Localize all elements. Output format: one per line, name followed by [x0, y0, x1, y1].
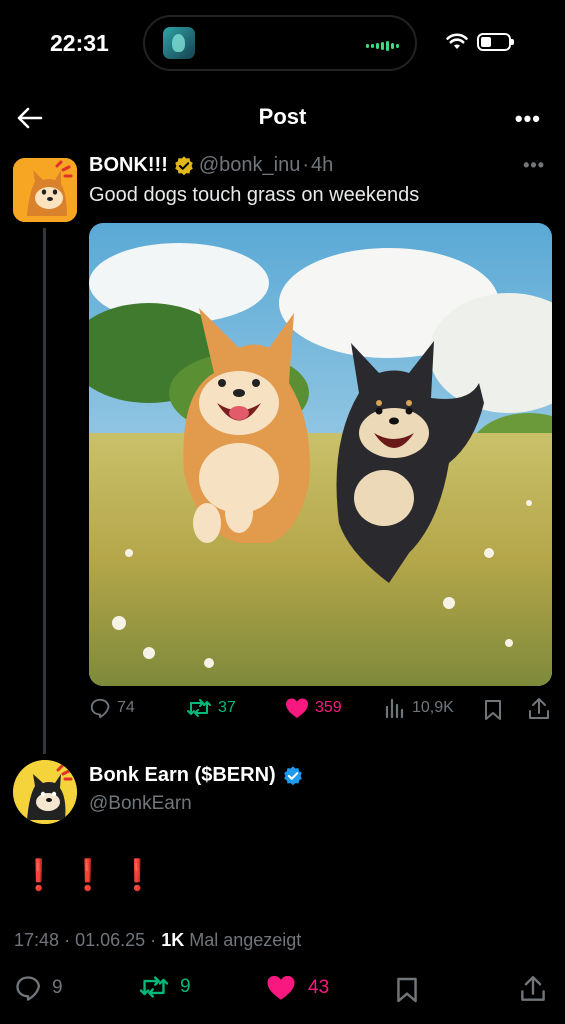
reply-author-handle[interactable]: @BonkEarn: [89, 793, 304, 815]
reply-like-button[interactable]: 43: [266, 974, 329, 1001]
repost-button[interactable]: 37: [186, 697, 236, 719]
status-time: 22:31: [50, 30, 109, 56]
audio-waveform-icon: [366, 41, 399, 51]
repost-count: 37: [218, 699, 236, 716]
wifi-icon: [446, 33, 468, 49]
reply-header: Bonk Earn ($BERN) @BonkEarn: [89, 764, 304, 815]
page-title: Post: [258, 104, 307, 129]
battery-icon: [477, 33, 514, 51]
views-button[interactable]: 10,9K: [384, 697, 454, 719]
bookmark-icon[interactable]: [484, 699, 502, 721]
separator-dot: ·: [64, 930, 71, 950]
reply-time[interactable]: 17:48: [14, 930, 59, 950]
reply-like-count: 43: [308, 976, 330, 998]
post-image[interactable]: [89, 223, 552, 686]
repost-icon: [139, 976, 169, 998]
reply-reply-button[interactable]: 9: [14, 974, 63, 1002]
share-icon[interactable]: [520, 974, 546, 1004]
reply-button[interactable]: 74: [89, 697, 135, 719]
bookmark-icon[interactable]: [396, 976, 418, 1004]
reply-views-label: Mal angezeigt: [189, 930, 302, 950]
dynamic-island[interactable]: [143, 15, 417, 71]
verified-blue-badge-icon[interactable]: [282, 765, 304, 787]
author-name[interactable]: BONK!!!: [89, 154, 168, 177]
verified-gold-badge-icon[interactable]: [173, 155, 195, 177]
top-nav: Post •••: [0, 90, 565, 145]
reply-icon: [16, 976, 40, 1001]
heart-filled-icon: [286, 698, 308, 718]
like-count: 359: [315, 699, 342, 716]
more-options-icon[interactable]: •••: [515, 106, 541, 132]
reply-views-count: 1K: [161, 930, 185, 950]
post-header: BONK!!! @bonk_inu · 4h: [89, 154, 333, 177]
repost-icon: [187, 699, 211, 717]
author-handle[interactable]: @bonk_inu: [199, 154, 300, 177]
views-chart-icon: [385, 698, 404, 719]
reply-reply-count: 9: [52, 977, 63, 998]
like-button[interactable]: 359: [285, 697, 342, 719]
reply-count: 74: [117, 699, 135, 716]
post-text: Good dogs touch grass on weekends: [89, 184, 420, 206]
reply-action-bar: 9 9 43: [0, 974, 565, 1010]
thread-connector-line: [43, 228, 46, 754]
reply-repost-button[interactable]: 9: [138, 974, 191, 1000]
author-avatar[interactable]: [13, 158, 77, 222]
reply-author-avatar[interactable]: [13, 760, 77, 824]
post-action-bar: 74 37 359 10,9K: [89, 697, 552, 727]
now-playing-app-icon[interactable]: [163, 27, 195, 59]
status-bar: 22:31: [0, 0, 565, 90]
reply-icon: [90, 698, 110, 719]
separator-dot: ·: [150, 930, 157, 950]
share-icon[interactable]: [528, 697, 550, 721]
reply-repost-count: 9: [180, 976, 191, 997]
heart-filled-icon: [267, 975, 295, 1000]
separator-dot: ·: [302, 154, 310, 176]
post-more-icon[interactable]: •••: [523, 155, 545, 176]
reply-meta: 17:48 · 01.06.25 · 1K Mal angezeigt: [14, 930, 301, 951]
reply-date[interactable]: 01.06.25: [75, 930, 145, 950]
views-count: 10,9K: [412, 699, 454, 716]
reply-author-name[interactable]: Bonk Earn ($BERN): [89, 764, 276, 787]
post-age[interactable]: 4h: [311, 154, 333, 177]
reply-text: ❗❗❗: [20, 859, 169, 892]
